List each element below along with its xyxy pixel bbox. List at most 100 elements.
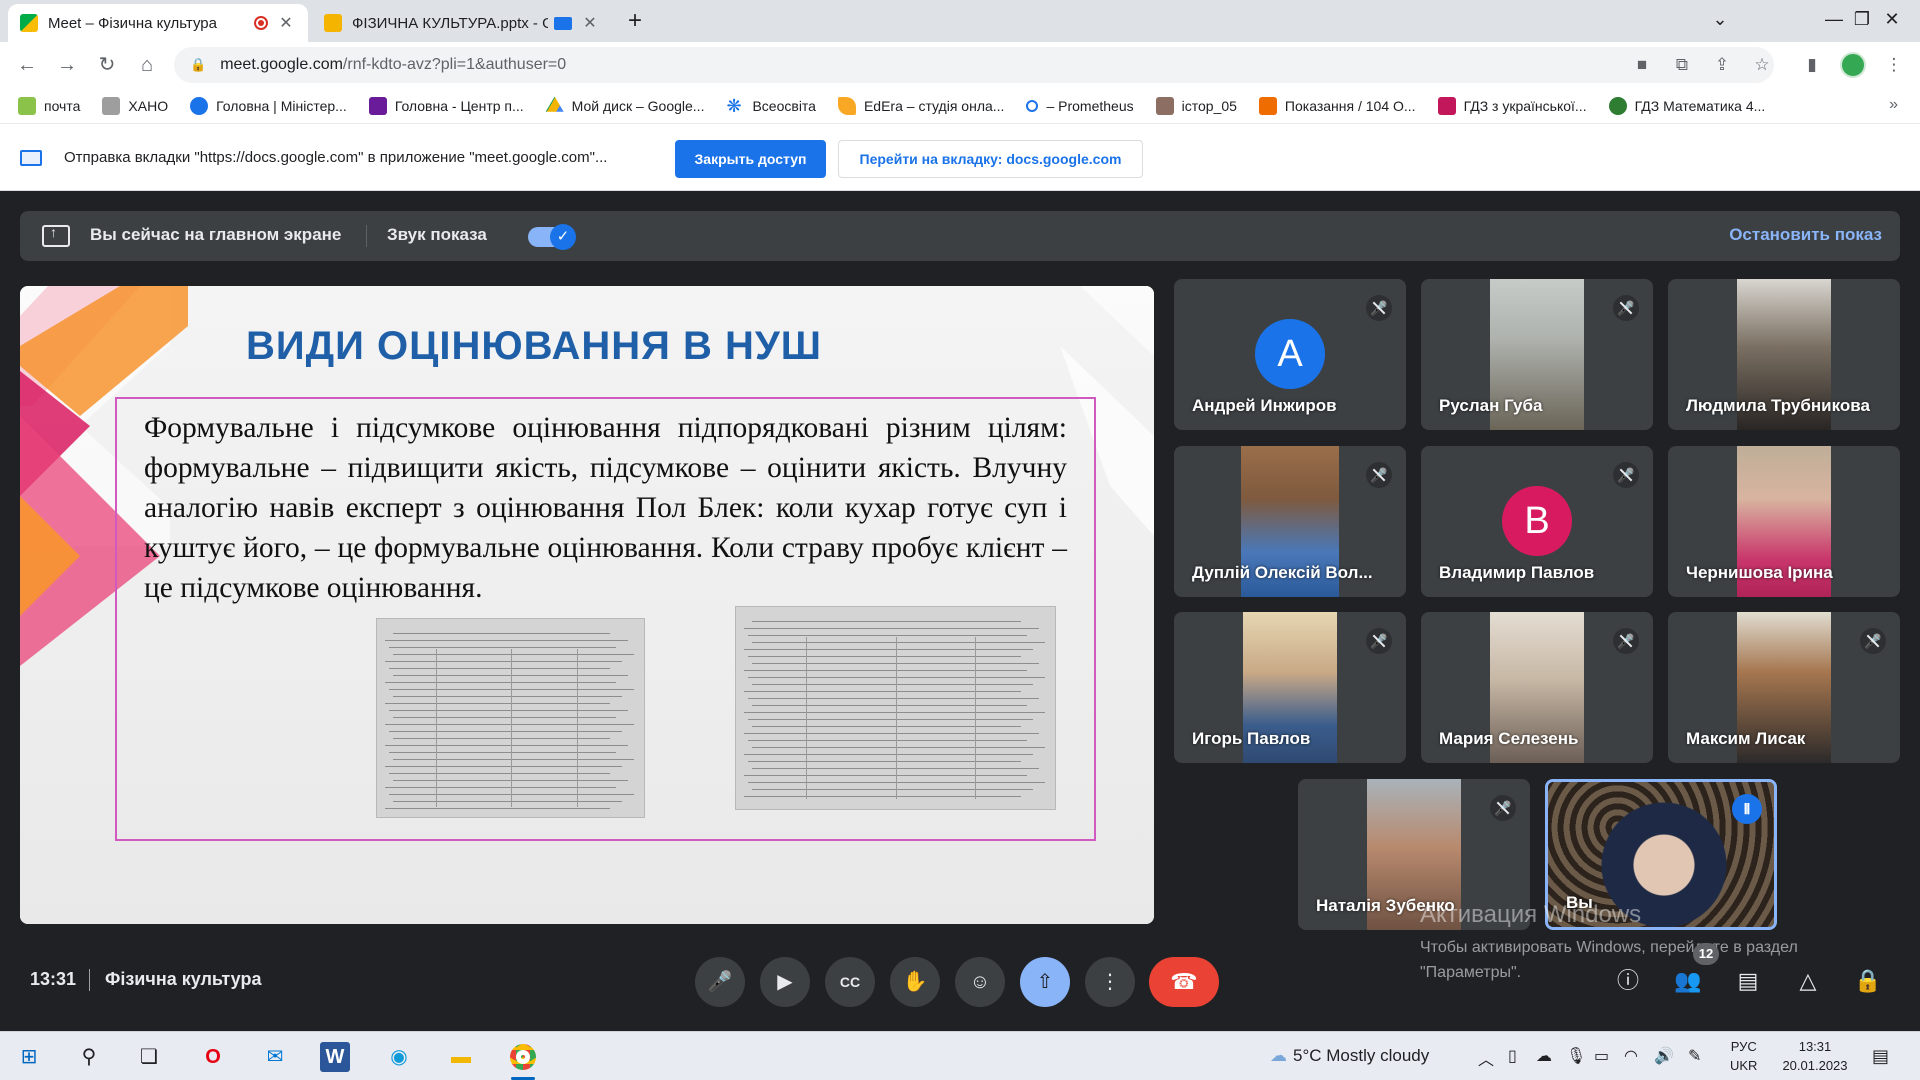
host-controls-icon[interactable]: 🔒 bbox=[1848, 961, 1888, 1001]
presentation-audio-toggle[interactable]: ✓ bbox=[528, 224, 576, 250]
tray-mic-icon[interactable]: 🎙 bbox=[1566, 1046, 1586, 1066]
presentation-status: Вы сейчас на главном экране bbox=[90, 225, 342, 244]
activities-icon[interactable]: △ bbox=[1788, 961, 1828, 1001]
edge-icon[interactable]: ◉ bbox=[382, 1040, 416, 1074]
home-icon[interactable]: ⌂ bbox=[132, 50, 162, 80]
forward-icon[interactable]: → bbox=[52, 50, 82, 80]
leave-call-button[interactable]: ☎ bbox=[1149, 957, 1219, 1007]
onedrive-icon[interactable]: ☁ bbox=[1536, 1046, 1552, 1066]
bookmark-item[interactable]: Мой диск – Google... bbox=[545, 96, 704, 115]
bookmark-item[interactable]: ГДЗ з української... bbox=[1437, 96, 1587, 115]
word-icon[interactable]: W bbox=[320, 1042, 350, 1072]
participant-tile[interactable]: 🎤 Руслан Губа bbox=[1421, 279, 1653, 430]
bookmark-label: Головна - Центр п... bbox=[394, 97, 524, 114]
share-icon[interactable]: ⇪ bbox=[1708, 51, 1736, 79]
mic-off-icon: 🎤 bbox=[1613, 462, 1639, 488]
document-line bbox=[389, 647, 616, 648]
document-line bbox=[385, 640, 628, 641]
bookmark-star-icon[interactable]: ☆ bbox=[1748, 51, 1776, 79]
bookmark-label: почта bbox=[44, 97, 81, 114]
new-tab-button[interactable]: + bbox=[620, 6, 650, 36]
pen-icon[interactable]: ✎ bbox=[1688, 1046, 1701, 1066]
volume-icon[interactable]: 🔊 bbox=[1654, 1046, 1674, 1066]
open-external-icon[interactable]: ⧉ bbox=[1668, 51, 1696, 79]
participant-tile[interactable]: 🎤 Максим Лисак bbox=[1668, 612, 1900, 763]
opera-icon[interactable]: O bbox=[196, 1040, 230, 1074]
participant-tile[interactable]: 🎤 Игорь Павлов bbox=[1174, 612, 1406, 763]
document-photo bbox=[376, 618, 645, 818]
document-line bbox=[385, 808, 610, 809]
people-icon[interactable]: 👥 bbox=[1668, 961, 1708, 1001]
address-bar[interactable]: 🔒 meet.google.com/rnf-kdto-avz?pli=1&aut… bbox=[174, 47, 1774, 83]
close-icon[interactable]: ✕ bbox=[276, 13, 296, 33]
battery-icon[interactable]: ▭ bbox=[1594, 1046, 1609, 1066]
document-line bbox=[748, 656, 1021, 657]
tray-device-icon[interactable]: ▯ bbox=[1508, 1046, 1517, 1066]
camera-icon[interactable]: ■ bbox=[1628, 51, 1656, 79]
bookmark-item[interactable]: істор_05 bbox=[1155, 96, 1237, 115]
more-options-button[interactable]: ⋮ bbox=[1085, 957, 1135, 1007]
file-explorer-icon[interactable]: ▬ bbox=[444, 1040, 478, 1074]
participant-tile[interactable]: А 🎤 Андрей Инжиров bbox=[1174, 279, 1406, 430]
reload-icon[interactable]: ↻ bbox=[92, 50, 122, 80]
wifi-icon[interactable]: ◠ bbox=[1624, 1046, 1638, 1066]
cast-icon bbox=[554, 16, 572, 30]
search-icon[interactable]: ⚲ bbox=[72, 1040, 106, 1074]
profile-avatar[interactable] bbox=[1840, 52, 1866, 78]
document-line bbox=[385, 682, 616, 683]
bookmark-item[interactable]: EdEra – студія онла... bbox=[837, 96, 1004, 115]
bookmark-item[interactable]: почта bbox=[18, 96, 81, 115]
emoji-button[interactable]: ☺ bbox=[955, 957, 1005, 1007]
windows-start-icon[interactable]: ⊞ bbox=[12, 1040, 46, 1074]
notifications-icon[interactable]: ▤ bbox=[1872, 1046, 1889, 1067]
bookmark-item[interactable]: Головна | Міністер... bbox=[190, 96, 347, 115]
mail-icon[interactable]: ✉ bbox=[258, 1040, 292, 1074]
bookmark-item[interactable]: ХАНО bbox=[102, 96, 168, 115]
stop-presenting-button[interactable]: Остановить показ bbox=[1729, 225, 1882, 245]
tab-slides[interactable]: ФІЗИЧНА КУЛЬТУРА.pptx - G ✕ bbox=[312, 4, 612, 42]
participant-tile[interactable]: Людмила Трубникова bbox=[1668, 279, 1900, 430]
participant-tile[interactable]: 🎤 Дуплій Олексій Вол... bbox=[1174, 446, 1406, 597]
captions-button[interactable]: CC bbox=[825, 957, 875, 1007]
tray-overflow-icon[interactable]: ︿ bbox=[1478, 1046, 1494, 1070]
tab-search-icon[interactable]: ⌄ bbox=[1692, 0, 1748, 38]
participant-tile[interactable]: В 🎤 Владимир Павлов bbox=[1421, 446, 1653, 597]
lang-top: РУС bbox=[1730, 1039, 1757, 1054]
back-icon[interactable]: ← bbox=[12, 50, 42, 80]
chrome-icon[interactable] bbox=[506, 1040, 540, 1080]
bookmark-item[interactable]: ГДЗ Математика 4... bbox=[1608, 96, 1765, 115]
menu-kebab-icon[interactable]: ⋮ bbox=[1880, 51, 1908, 79]
close-window-icon[interactable]: ✕ bbox=[1864, 0, 1920, 38]
system-clock[interactable]: 13:31 20.01.2023 bbox=[1775, 1037, 1855, 1075]
side-panel-icon[interactable]: ▮ bbox=[1798, 51, 1826, 79]
weather-widget[interactable]: ☁ 5°C Mostly cloudy bbox=[1270, 1046, 1429, 1066]
lock-icon[interactable]: 🔒 bbox=[190, 57, 206, 73]
camera-button[interactable]: ▶ bbox=[760, 957, 810, 1007]
bookmark-item[interactable]: Показання / 104 О... bbox=[1258, 96, 1416, 115]
participant-tile[interactable]: Чернишова Ірина bbox=[1668, 446, 1900, 597]
document-line bbox=[752, 684, 1033, 685]
close-icon[interactable]: ✕ bbox=[580, 13, 600, 33]
participant-avatar: В bbox=[1502, 486, 1572, 556]
meet-icon bbox=[20, 14, 38, 32]
document-line bbox=[393, 717, 616, 718]
go-to-tab-button[interactable]: Перейти на вкладку: docs.google.com bbox=[838, 140, 1143, 178]
more-bookmarks-icon[interactable]: » bbox=[1889, 96, 1898, 114]
chat-icon[interactable]: ▤ bbox=[1728, 961, 1768, 1001]
language-indicator[interactable]: РУС UKR bbox=[1730, 1037, 1757, 1075]
present-button[interactable]: ⇧ bbox=[1020, 957, 1070, 1007]
document-line bbox=[752, 726, 1021, 727]
bookmark-item[interactable]: Головна - Центр п... bbox=[368, 96, 524, 115]
participant-tile[interactable]: 🎤 Мария Селезень bbox=[1421, 612, 1653, 763]
microphone-button[interactable]: 🎤 bbox=[695, 957, 745, 1007]
close-access-button[interactable]: Закрыть доступ bbox=[675, 140, 826, 178]
google-drive-icon bbox=[545, 96, 564, 112]
bookmark-item[interactable]: ❋ Всеосвіта bbox=[726, 97, 816, 115]
meeting-details-icon[interactable]: ⓘ bbox=[1608, 961, 1648, 1001]
task-view-icon[interactable]: ❏ bbox=[132, 1040, 166, 1074]
divider bbox=[89, 969, 90, 991]
browser-toolbar: ← → ↻ ⌂ 🔒 meet.google.com/rnf-kdto-avz?p… bbox=[0, 42, 1920, 88]
bookmark-item[interactable]: – Prometheus bbox=[1026, 98, 1134, 114]
tab-meet[interactable]: Meet – Фізична культура ✕ bbox=[8, 4, 308, 42]
raise-hand-button[interactable]: ✋ bbox=[890, 957, 940, 1007]
